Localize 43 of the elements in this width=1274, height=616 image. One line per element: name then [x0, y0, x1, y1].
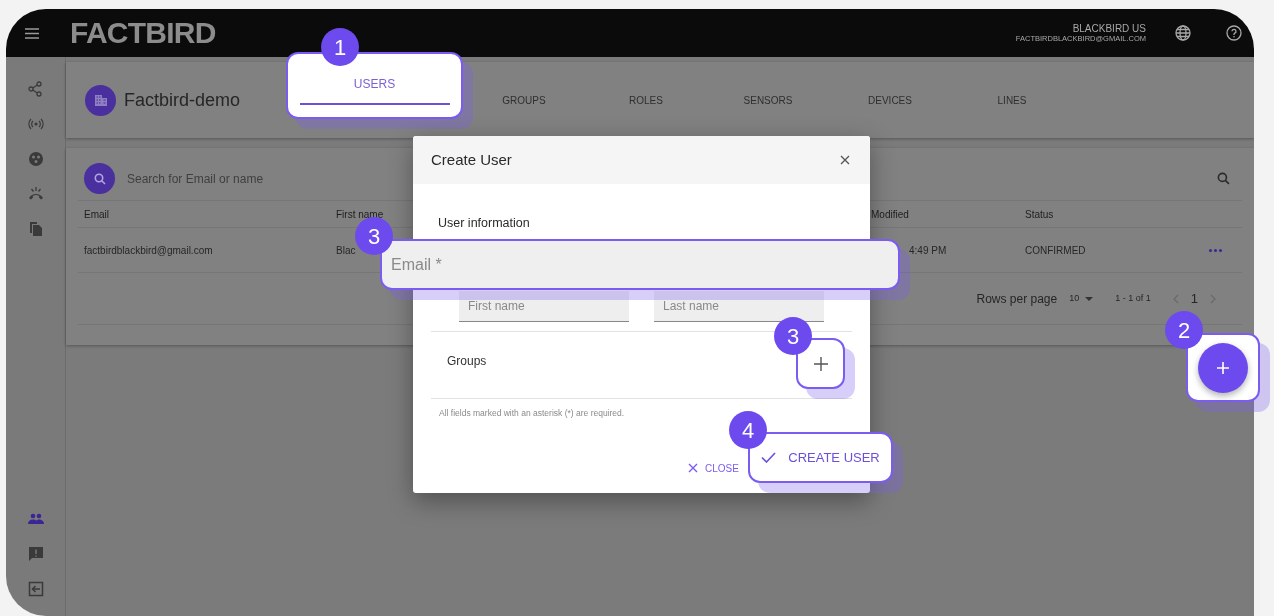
- table-cell-text: 4:49 PM: [908, 243, 948, 258]
- page-number: 1: [1190, 289, 1198, 308]
- tab[interactable]: LINES: [951, 80, 1073, 120]
- dialog-title: Create User: [431, 149, 512, 170]
- globe-icon[interactable]: [1175, 25, 1191, 41]
- plus-icon: [813, 356, 828, 371]
- more-icon[interactable]: [1209, 248, 1222, 252]
- company-name: Factbird-demo: [124, 88, 242, 112]
- tab[interactable]: ROLES: [585, 80, 707, 120]
- add-user-button[interactable]: [1198, 342, 1248, 393]
- caret-icon: [1085, 296, 1094, 301]
- column-header: Email: [84, 207, 110, 222]
- close-icon: [688, 463, 698, 473]
- column-header: Status: [1025, 207, 1055, 222]
- tab[interactable]: SENSORS: [707, 80, 829, 120]
- table-cell-text: factbirdblackbird@gmail.com: [84, 243, 214, 258]
- close-icon[interactable]: [840, 155, 850, 165]
- account-name: BLACKBIRD US: [1072, 22, 1146, 34]
- search-field[interactable]: Search for Email or name: [127, 169, 1217, 188]
- groups-label: Groups: [447, 354, 487, 368]
- search-icon: [93, 172, 106, 185]
- column-header: Modified: [871, 207, 910, 222]
- help-icon[interactable]: [1226, 25, 1242, 41]
- page-range: 1 - 1 of 1: [1115, 291, 1151, 305]
- required-note: All fields marked with an asterisk (*) are required.: [439, 408, 626, 418]
- last-name-field[interactable]: Last name: [654, 291, 824, 322]
- tab[interactable]: GROUPS: [463, 80, 585, 120]
- menu-icon[interactable]: [25, 27, 39, 39]
- search-button[interactable]: [84, 163, 115, 194]
- plus-icon: [1217, 361, 1229, 374]
- section-title: User information: [438, 215, 531, 231]
- table-cell-text: CONFIRMED: [1025, 243, 1087, 258]
- company-icon: [85, 84, 116, 116]
- table-cell-text: Blac: [336, 243, 357, 258]
- close-button[interactable]: CLOSE: [688, 458, 739, 478]
- rows-per-page-label: Rows per page: [976, 290, 1058, 308]
- email-field[interactable]: Email *: [380, 239, 900, 290]
- tab[interactable]: DEVICES: [829, 80, 951, 120]
- rows-per-page-select[interactable]: 10: [1069, 291, 1094, 306]
- first-name-field[interactable]: First name: [459, 291, 629, 322]
- search-icon[interactable]: [1217, 172, 1230, 185]
- check-icon: [761, 452, 777, 463]
- logo: FACTBIRD: [70, 18, 216, 48]
